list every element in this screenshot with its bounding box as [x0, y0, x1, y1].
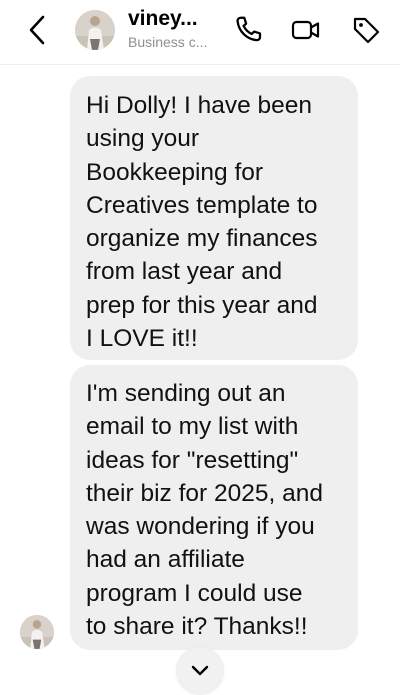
contact-subtitle: Business c... — [128, 34, 208, 50]
scroll-to-bottom-button[interactable] — [176, 647, 224, 695]
contact-title[interactable]: viney... Business c... — [128, 5, 223, 51]
contact-avatar[interactable] — [75, 10, 115, 50]
video-camera-icon — [291, 20, 320, 40]
conversation-header: viney... Business c... — [0, 0, 400, 65]
label-button[interactable] — [350, 14, 382, 46]
sender-avatar[interactable] — [20, 615, 54, 649]
back-button[interactable] — [22, 12, 54, 48]
message-bubble[interactable]: Hi Dolly! I have been using your Bookkee… — [70, 76, 358, 360]
chevron-down-icon — [191, 665, 209, 676]
profile-photo — [75, 10, 115, 50]
message-bubble[interactable]: I'm sending out an email to my list with… — [70, 365, 358, 650]
video-call-button[interactable] — [290, 14, 322, 46]
contact-name: viney... — [128, 7, 198, 30]
tag-icon — [353, 17, 380, 44]
chevron-left-icon — [29, 15, 45, 45]
profile-photo — [20, 615, 54, 649]
call-button[interactable] — [232, 14, 264, 46]
phone-icon — [236, 16, 262, 42]
